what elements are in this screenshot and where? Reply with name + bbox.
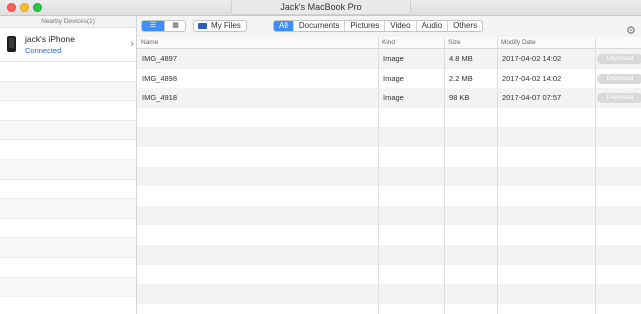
- gear-icon[interactable]: ⚙: [626, 24, 636, 37]
- file-size: 2.2 MB: [449, 73, 473, 83]
- column-header-name[interactable]: Name: [137, 37, 158, 49]
- download-button[interactable]: Download: [597, 93, 641, 104]
- my-files-label: My Files: [211, 21, 241, 30]
- grid-view-icon[interactable]: ▦: [164, 21, 185, 31]
- download-cell: Download: [595, 69, 641, 89]
- empty-table-row: [137, 147, 641, 167]
- device-item-jacks-iphone[interactable]: jack's iPhone Connected ›: [0, 28, 136, 62]
- empty-table-row: [137, 244, 641, 265]
- toolbar: ☰ ▦ My Files All Documents Pictures Vide…: [137, 16, 641, 37]
- empty-table-row: [137, 166, 641, 187]
- column-divider: [444, 37, 445, 314]
- sidebar: Nearby Devices(1) jack's iPhone Connecte…: [0, 16, 137, 314]
- sidebar-empty-row: [0, 180, 136, 200]
- download-button[interactable]: Download: [597, 73, 641, 84]
- empty-table-row: [137, 205, 641, 226]
- device-status: Connected: [25, 46, 62, 55]
- filter-video[interactable]: Video: [384, 21, 415, 31]
- sidebar-empty-row: [0, 258, 136, 278]
- sidebar-empty-row: [0, 238, 136, 258]
- view-mode-toggle[interactable]: ☰ ▦: [141, 20, 186, 32]
- column-header-size[interactable]: Size: [444, 37, 461, 49]
- sidebar-empty-row: [0, 81, 136, 102]
- table-row[interactable]: IMG_4897 Image 4.8 MB 2017-04-02 14:02 D…: [137, 49, 641, 69]
- empty-table-row: [137, 304, 641, 314]
- chevron-right-icon: ›: [130, 38, 134, 50]
- empty-table-row: [137, 265, 641, 285]
- empty-table-row: [137, 186, 641, 206]
- zoom-window-button[interactable]: [33, 3, 42, 12]
- sidebar-empty-row: [0, 62, 136, 82]
- download-button[interactable]: Download: [597, 54, 641, 64]
- sidebar-empty-rows: [0, 62, 136, 314]
- sidebar-empty-row: [0, 297, 136, 314]
- iphone-icon: [7, 36, 16, 52]
- download-cell: Download: [595, 49, 641, 69]
- sidebar-empty-row: [0, 140, 136, 160]
- close-window-button[interactable]: [7, 3, 16, 12]
- column-divider: [378, 37, 379, 314]
- filter-pictures[interactable]: Pictures: [344, 21, 384, 31]
- sidebar-empty-row: [0, 120, 136, 141]
- file-modify-date: 2017-04-02 14:02: [502, 73, 562, 83]
- filter-documents[interactable]: Documents: [292, 21, 344, 31]
- filter-others[interactable]: Others: [447, 21, 482, 31]
- file-modify-date: 2017-04-07 07:57: [502, 93, 562, 103]
- column-divider: [595, 37, 596, 314]
- monitor-icon: [198, 23, 207, 29]
- minimize-window-button[interactable]: [20, 3, 29, 12]
- download-cell: Download: [595, 88, 641, 108]
- file-type-filters: All Documents Pictures Video Audio Other…: [273, 20, 484, 32]
- sidebar-empty-row: [0, 199, 136, 219]
- sidebar-empty-row: [0, 277, 136, 298]
- file-size: 98 KB: [449, 93, 470, 103]
- file-name: IMG_4918: [142, 93, 178, 103]
- file-kind: Image: [383, 73, 404, 83]
- table-row[interactable]: IMG_4918 Image 98 KB 2017-04-07 07:57 Do…: [137, 88, 641, 108]
- sidebar-empty-row: [0, 159, 136, 180]
- empty-table-row: [137, 127, 641, 147]
- my-files-button[interactable]: My Files: [193, 20, 247, 32]
- sidebar-header: Nearby Devices(1): [0, 16, 136, 28]
- file-modify-date: 2017-04-02 14:02: [502, 54, 562, 63]
- file-size: 4.8 MB: [449, 54, 473, 63]
- file-kind: Image: [383, 54, 404, 63]
- sidebar-empty-row: [0, 219, 136, 239]
- empty-table-row: [137, 284, 641, 304]
- file-name: IMG_4898: [142, 73, 178, 83]
- empty-table-row: [137, 225, 641, 245]
- file-kind: Image: [383, 93, 404, 103]
- file-name: IMG_4897: [142, 54, 178, 63]
- filter-all[interactable]: All: [274, 21, 293, 31]
- empty-table-row: [137, 108, 641, 128]
- sidebar-empty-row: [0, 101, 136, 121]
- device-name: jack's iPhone: [25, 34, 75, 44]
- column-divider: [497, 37, 498, 314]
- column-header-kind[interactable]: Kind: [378, 37, 395, 49]
- list-view-icon[interactable]: ☰: [142, 21, 164, 31]
- table-body: IMG_4897 Image 4.8 MB 2017-04-02 14:02 D…: [137, 49, 641, 314]
- title-bar: Jack's MacBook Pro: [0, 0, 641, 16]
- table-row[interactable]: IMG_4898 Image 2.2 MB 2017-04-02 14:02 D…: [137, 69, 641, 89]
- column-header-modify-date[interactable]: Modify Date: [497, 37, 536, 49]
- table-header: Name Kind Size Modify Date: [137, 37, 641, 49]
- file-table: Name Kind Size Modify Date IMG_4897 Imag…: [137, 37, 641, 314]
- filter-audio[interactable]: Audio: [415, 21, 447, 31]
- window-title: Jack's MacBook Pro: [231, 0, 411, 15]
